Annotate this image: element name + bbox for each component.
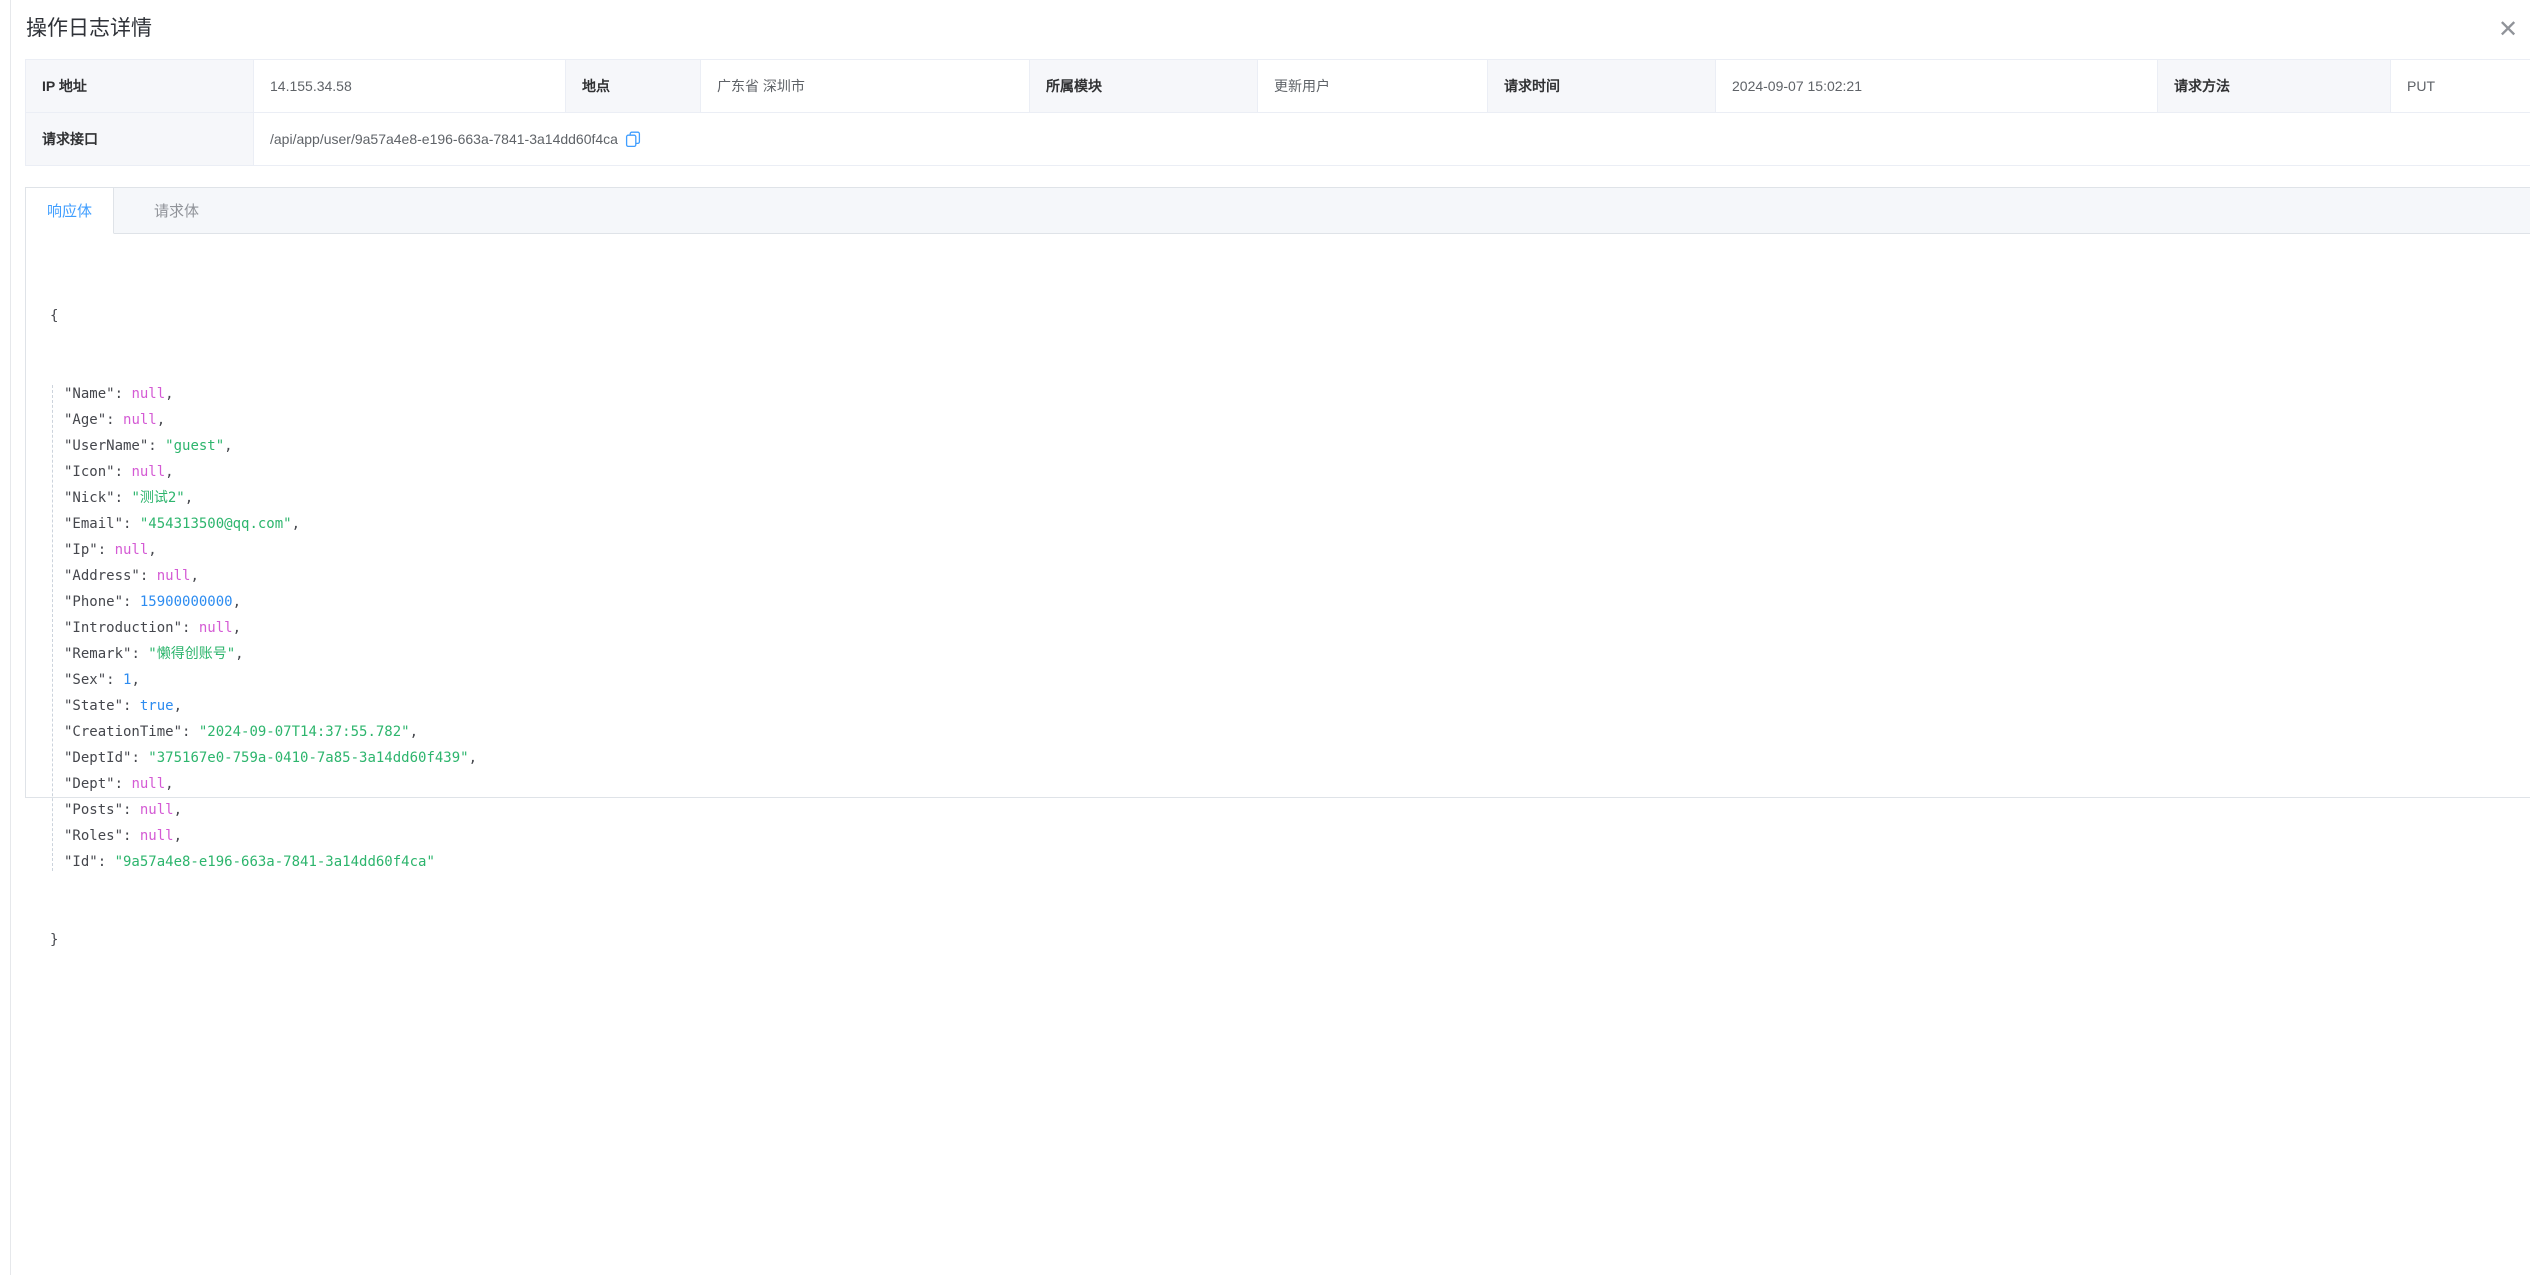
dialog-header: 操作日志详情 ✕ bbox=[0, 0, 2530, 43]
tabs-container: 响应体请求体 { "Name": null,"Age": null,"UserN… bbox=[25, 187, 2530, 798]
field-label: 所属模块 bbox=[1030, 60, 1258, 113]
json-line: "Introduction": null, bbox=[64, 615, 2510, 641]
json-open-brace: { bbox=[50, 303, 2510, 329]
api-value-cell: /api/app/user/9a57a4e8-e196-663a-7841-3a… bbox=[254, 113, 2530, 166]
json-line: "Ip": null, bbox=[64, 537, 2510, 563]
field-value: 广东省 深圳市 bbox=[701, 60, 1030, 113]
close-button[interactable]: ✕ bbox=[2494, 16, 2522, 44]
field-label: 地点 bbox=[566, 60, 701, 113]
json-line: "UserName": "guest", bbox=[64, 433, 2510, 459]
json-line: "CreationTime": "2024-09-07T14:37:55.782… bbox=[64, 719, 2510, 745]
copy-icon[interactable] bbox=[625, 131, 641, 147]
details-table: IP 地址14.155.34.58地点广东省 深圳市所属模块更新用户请求时间20… bbox=[25, 59, 2530, 166]
field-label: IP 地址 bbox=[26, 60, 254, 113]
json-line: "Name": null, bbox=[64, 381, 2510, 407]
json-line: "Phone": 15900000000, bbox=[64, 589, 2510, 615]
json-line: "Id": "9a57a4e8-e196-663a-7841-3a14dd60f… bbox=[64, 849, 2510, 875]
tab-request-body[interactable]: 请求体 bbox=[114, 188, 220, 233]
json-line: "DeptId": "375167e0-759a-0410-7a85-3a14d… bbox=[64, 745, 2510, 771]
api-row: 请求接口 /api/app/user/9a57a4e8-e196-663a-78… bbox=[26, 113, 2530, 166]
field-label: 请求时间 bbox=[1488, 60, 1716, 113]
tab-bar: 响应体请求体 bbox=[26, 188, 2530, 234]
json-close-brace: } bbox=[50, 927, 2510, 953]
json-line: "Sex": 1, bbox=[64, 667, 2510, 693]
json-line: "Email": "454313500@qq.com", bbox=[64, 511, 2510, 537]
details-row: IP 地址14.155.34.58地点广东省 深圳市所属模块更新用户请求时间20… bbox=[26, 60, 2530, 113]
field-value: PUT bbox=[2391, 60, 2530, 113]
json-line: "Remark": "懒得创账号", bbox=[64, 641, 2510, 667]
field-value: 14.155.34.58 bbox=[254, 60, 566, 113]
field-label: 请求方法 bbox=[2158, 60, 2391, 113]
page-title: 操作日志详情 bbox=[26, 15, 2530, 43]
tab-response-body[interactable]: 响应体 bbox=[26, 188, 114, 234]
json-line: "Roles": null, bbox=[64, 823, 2510, 849]
api-value: /api/app/user/9a57a4e8-e196-663a-7841-3a… bbox=[270, 131, 618, 147]
json-line: "Age": null, bbox=[64, 407, 2510, 433]
tab-panel-response-body: { "Name": null,"Age": null,"UserName": "… bbox=[26, 234, 2530, 1005]
drawer-left-border bbox=[10, 0, 11, 1275]
json-viewer: { "Name": null,"Age": null,"UserName": "… bbox=[50, 251, 2510, 1005]
json-body: "Name": null,"Age": null,"UserName": "gu… bbox=[50, 381, 2510, 875]
json-line: "State": true, bbox=[64, 693, 2510, 719]
field-value: 更新用户 bbox=[1258, 60, 1488, 113]
json-line: "Posts": null, bbox=[64, 797, 2510, 823]
api-label: 请求接口 bbox=[26, 113, 254, 166]
json-line: "Icon": null, bbox=[64, 459, 2510, 485]
json-line: "Nick": "测试2", bbox=[64, 485, 2510, 511]
json-line: "Dept": null, bbox=[64, 771, 2510, 797]
field-value: 2024-09-07 15:02:21 bbox=[1716, 60, 2158, 113]
json-line: "Address": null, bbox=[64, 563, 2510, 589]
close-icon: ✕ bbox=[2498, 18, 2518, 42]
